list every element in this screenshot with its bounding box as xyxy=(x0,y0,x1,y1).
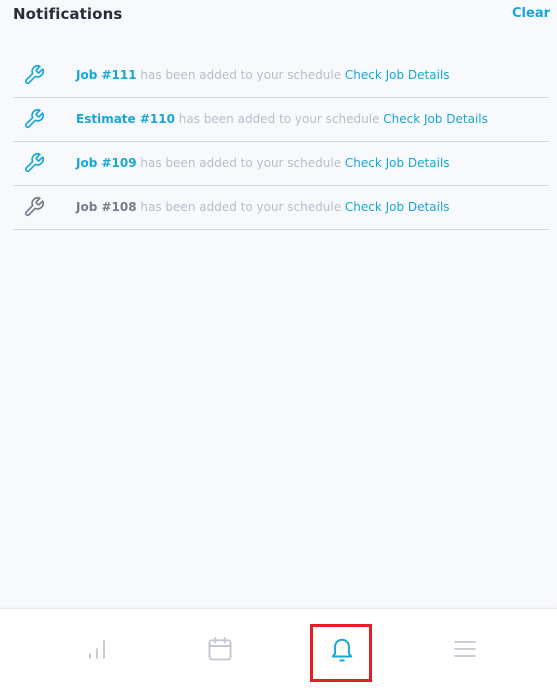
notification-message: has been added to your schedule xyxy=(174,112,384,126)
wrench-icon xyxy=(24,65,44,85)
check-job-details-link[interactable]: Check Job Details xyxy=(345,68,450,82)
check-job-details-link[interactable]: Check Job Details xyxy=(345,156,450,170)
wrench-icon xyxy=(24,197,44,217)
notification-message: has been added to your schedule xyxy=(136,68,345,82)
tab-calendar[interactable] xyxy=(200,629,240,669)
header: Notifications Clear xyxy=(0,0,557,34)
notification-row[interactable]: Job #108 has been added to your schedule… xyxy=(13,186,549,230)
active-tab-highlight xyxy=(310,624,372,682)
notification-subject: Estimate #110 xyxy=(76,112,175,126)
notification-row[interactable]: Job #111 has been added to your schedule… xyxy=(13,54,549,98)
check-job-details-link[interactable]: Check Job Details xyxy=(345,200,450,214)
notification-text: Job #108 has been added to your schedule… xyxy=(76,200,450,214)
check-job-details-link[interactable]: Check Job Details xyxy=(383,112,488,126)
bottom-tab-bar xyxy=(0,608,557,690)
notification-text: Job #109 has been added to your schedule… xyxy=(76,156,450,170)
tab-dashboard[interactable] xyxy=(77,629,117,669)
tab-menu[interactable] xyxy=(445,629,485,669)
menu-icon xyxy=(454,641,476,657)
notification-text: Estimate #110 has been added to your sch… xyxy=(76,112,488,126)
notification-subject: Job #111 xyxy=(76,68,137,82)
wrench-icon xyxy=(24,153,44,173)
notification-list: Job #111 has been added to your schedule… xyxy=(13,54,549,230)
bar-chart-icon xyxy=(89,640,105,659)
clear-button[interactable]: Clear xyxy=(512,6,550,21)
notification-message: has been added to your schedule xyxy=(136,200,345,214)
notification-subject: Job #108 xyxy=(76,200,137,214)
page-title: Notifications xyxy=(13,5,123,23)
notification-row[interactable]: Estimate #110 has been added to your sch… xyxy=(13,98,549,142)
notification-text: Job #111 has been added to your schedule… xyxy=(76,68,450,82)
notification-subject: Job #109 xyxy=(76,156,137,170)
notification-message: has been added to your schedule xyxy=(136,156,345,170)
calendar-icon xyxy=(208,636,232,661)
wrench-icon xyxy=(24,109,44,129)
notification-row[interactable]: Job #109 has been added to your schedule… xyxy=(13,142,549,186)
